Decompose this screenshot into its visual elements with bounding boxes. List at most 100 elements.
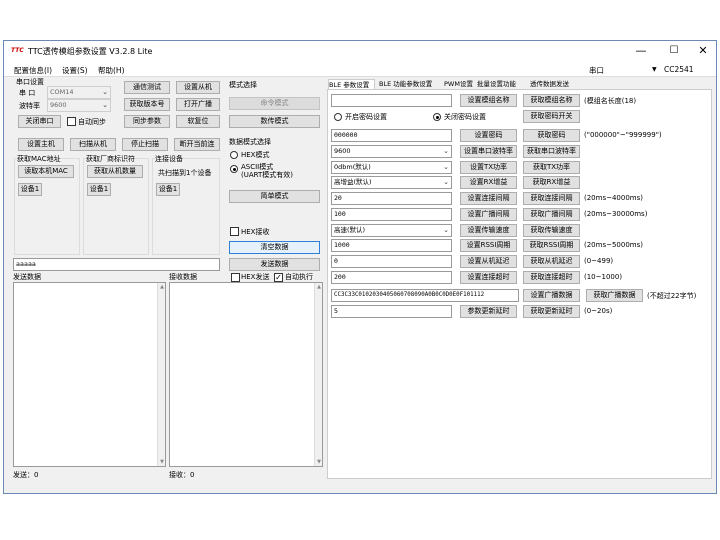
baud-label: 波特率 [19,102,40,110]
chevron-down-icon: ⌄ [102,88,108,96]
module-select[interactable]: CC2541 [664,65,694,74]
get-timeout-button[interactable]: 获取连接超时 [523,271,580,284]
get-conn-interval-button[interactable]: 获取连接间隔 [523,192,580,205]
get-tx-button[interactable]: 获取TX功率 [523,161,580,174]
simple-mode-button[interactable]: 简单模式 [229,190,320,203]
conn-timeout-input[interactable]: 200 [331,271,452,284]
maximize-button[interactable]: ☐ [659,41,689,61]
baud-rate-select[interactable]: 9600 ⌄ [331,145,452,158]
auto-exec-label: 自动执行 [285,273,313,281]
update-delay-button[interactable]: 参数更新延时 [460,305,517,318]
chevron-down-icon: ⌄ [443,178,449,186]
ascii-mode-radio[interactable] [230,165,238,173]
data-mode-title: 数据模式选择 [229,138,271,146]
rx-gain-select[interactable]: 高增益(默认) ⌄ [331,176,452,189]
set-rx-button[interactable]: 设置RX增益 [460,176,517,189]
vendor-device-button[interactable]: 设备1 [87,183,111,196]
get-pwd-switch-button[interactable]: 获取密码开关 [523,110,580,123]
window-title: TTC透传模组参数设置 V3.2.8 Lite [28,47,153,56]
set-name-button[interactable]: 设置模组名称 [460,94,517,107]
set-adv-data-button[interactable]: 设置广播数据 [523,289,580,302]
clear-data-button[interactable]: 清空数据 [229,241,320,254]
send-count: 发送：0 [13,471,39,479]
module-name-input[interactable] [331,94,452,107]
get-version-button[interactable]: 获取版本号 [124,98,170,111]
get-adv-interval-button[interactable]: 获取广播间隔 [523,208,580,221]
auto-sync-checkbox[interactable] [67,117,76,126]
pwd-note: ("000000"~"999999") [584,131,662,139]
name-note: (模组名长度(18) [584,97,637,105]
set-speed-button[interactable]: 设置传输速度 [460,224,517,237]
get-adv-data-button[interactable]: 获取广播数据 [586,289,643,302]
set-baud-button[interactable]: 设置串口波特率 [460,145,517,158]
get-rssi-button[interactable]: 获取RSSI周期 [523,239,580,252]
get-baud-button[interactable]: 获取串口波特率 [523,145,580,158]
set-rssi-button[interactable]: 设置RSSI周期 [460,239,517,252]
speed-select[interactable]: 高速(默认) ⌄ [331,224,452,237]
connected-device-button[interactable]: 设备1 [156,183,180,196]
hex-recv-checkbox[interactable] [230,227,239,236]
pwd-enable-radio[interactable] [334,113,342,121]
hex-mode-radio[interactable] [230,151,238,159]
set-conn-interval-button[interactable]: 设置连接间隔 [460,192,517,205]
mac-device-button[interactable]: 设备1 [18,183,42,196]
send-data-button[interactable]: 发送数据 [229,258,320,271]
close-port-button[interactable]: 关闭串口 [18,115,61,128]
menu-config[interactable]: 配置信息(I) [14,65,52,76]
baud-select[interactable]: 9600 ⌄ [47,99,111,112]
recv-area-label: 接收数据 [169,273,197,281]
menu-help[interactable]: 帮助(H) [98,65,125,76]
pwd-disable-label: 关闭密码设置 [444,113,486,121]
get-pwd-button[interactable]: 获取密码 [523,129,580,142]
set-tx-button[interactable]: 设置TX功率 [460,161,517,174]
conn-interval-input[interactable]: 20 [331,192,452,205]
rssi-note: (20ms~5000ms) [584,241,643,249]
get-delay-button[interactable]: 获取从机延迟 [523,255,580,268]
transmit-mode-button[interactable]: 数传模式 [229,115,320,128]
get-update-delay-button[interactable]: 获取更新延时 [523,305,580,318]
password-input[interactable]: 000000 [331,129,452,142]
get-slave-count-button[interactable]: 获取从机数量 [87,165,143,178]
tx-power-select[interactable]: 0dbm(默认) ⌄ [331,161,452,174]
scan-slave-button[interactable]: 扫描从机 [70,138,116,151]
scrollbar[interactable]: ▲ ▼ [157,283,165,466]
rssi-period-input[interactable]: 1000 [331,239,452,252]
stop-scan-button[interactable]: 停止扫描 [122,138,168,151]
open-adv-button[interactable]: 打开广播 [176,98,220,111]
comm-test-button[interactable]: 通信测试 [124,81,170,94]
send-area-label: 发送数据 [13,273,41,281]
get-rx-button[interactable]: 获取RX增益 [523,176,580,189]
hex-send-checkbox[interactable] [231,273,240,282]
set-adv-interval-button[interactable]: 设置广播间隔 [460,208,517,221]
get-speed-button[interactable]: 获取传输速度 [523,224,580,237]
slave-delay-input[interactable]: 0 [331,255,452,268]
update-delay-input[interactable]: 5 [331,305,452,318]
close-button[interactable]: ✕ [688,41,718,61]
soft-reset-button[interactable]: 软复位 [176,115,220,128]
auto-exec-checkbox[interactable]: ✓ [274,273,283,282]
chevron-down-icon[interactable]: ▼ [652,66,657,73]
send-textarea[interactable]: ▲ ▼ [13,282,166,467]
adv-interval-input[interactable]: 100 [331,208,452,221]
minimize-button[interactable]: — [626,41,656,61]
menu-bar: 配置信息(I) 设置(S) 帮助(H) 串口 ▼ CC2541 [4,63,716,77]
scrollbar[interactable]: ▲ ▼ [314,283,322,466]
menu-settings[interactable]: 设置(S) [62,65,88,76]
sync-params-button[interactable]: 同步参数 [124,115,170,128]
send-input[interactable]: aaaaa [13,258,220,271]
set-slave-button[interactable]: 设置从机 [176,81,220,94]
port-select[interactable]: COM14 ⌄ [47,86,111,99]
get-name-button[interactable]: 获取模组名称 [523,94,580,107]
command-mode-button[interactable]: 命令模式 [229,97,320,110]
set-master-button[interactable]: 设置主机 [18,138,64,151]
adv-data-input[interactable]: CC3C33C0102030405060708090A0B0C0D0E0F101… [331,289,519,302]
pwd-enable-label: 开启密码设置 [345,113,387,121]
disconnect-button[interactable]: 断开当前连 [174,138,220,151]
set-delay-button[interactable]: 设置从机延迟 [460,255,517,268]
recv-textarea[interactable]: ▲ ▼ [169,282,323,467]
set-timeout-button[interactable]: 设置连接超时 [460,271,517,284]
pwd-disable-radio[interactable] [433,113,441,121]
timeout-note: (10~1000) [584,273,623,281]
set-pwd-button[interactable]: 设置密码 [460,129,517,142]
read-mac-button[interactable]: 读取本机MAC [18,165,74,178]
